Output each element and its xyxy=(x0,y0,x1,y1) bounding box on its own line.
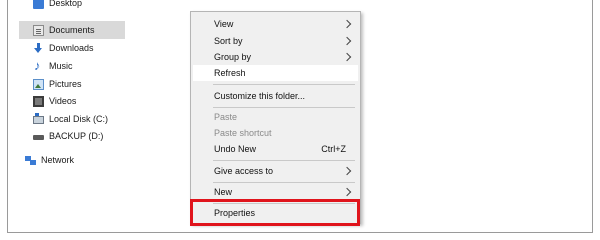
network-icon xyxy=(25,155,36,166)
menu-item-paste-shortcut: Paste shortcut xyxy=(193,125,358,141)
menu-item-label: Paste shortcut xyxy=(214,128,272,138)
menu-item-new[interactable]: New xyxy=(193,184,358,200)
local-disk-icon xyxy=(33,113,44,124)
drive-icon xyxy=(33,135,44,140)
nav-item-label: Downloads xyxy=(49,43,94,53)
menu-item-customize-folder[interactable]: Customize this folder... xyxy=(193,88,358,104)
menu-item-label: Paste xyxy=(214,112,238,122)
nav-item-desktop[interactable]: Desktop xyxy=(19,0,82,12)
menu-item-undo-new[interactable]: Undo New Ctrl+Z xyxy=(193,141,358,157)
menu-item-label: Group by xyxy=(214,52,252,62)
nav-item-music[interactable]: Music xyxy=(19,57,73,75)
documents-folder-icon xyxy=(33,24,44,36)
nav-item-local-disk[interactable]: Local Disk (C:) xyxy=(19,110,108,128)
menu-item-label: Customize this folder... xyxy=(214,91,306,101)
nav-item-network[interactable]: Network xyxy=(19,151,74,169)
menu-item-give-access[interactable]: Give access to xyxy=(193,163,358,179)
menu-item-label: New xyxy=(214,187,233,197)
context-menu: View Sort by Group by Refresh Customize … xyxy=(190,11,361,224)
navigation-pane: Desktop Documents Downloads Music Pictur… xyxy=(19,0,129,200)
chevron-right-icon xyxy=(344,53,350,62)
keyboard-shortcut: Ctrl+Z xyxy=(321,144,346,154)
menu-separator xyxy=(213,160,355,161)
nav-item-label: Music xyxy=(49,61,73,71)
menu-item-paste: Paste xyxy=(193,109,358,125)
music-icon xyxy=(33,58,44,73)
menu-item-refresh[interactable]: Refresh xyxy=(193,65,358,81)
desktop-folder-icon xyxy=(33,0,44,9)
nav-item-documents[interactable]: Documents xyxy=(19,21,125,39)
menu-separator xyxy=(213,107,355,108)
nav-item-videos[interactable]: Videos xyxy=(19,92,76,110)
menu-separator xyxy=(213,84,355,85)
properties-highlight-box xyxy=(190,199,360,226)
nav-item-backup-drive[interactable]: BACKUP (D:) xyxy=(19,127,103,145)
menu-item-label: View xyxy=(214,19,234,29)
chevron-right-icon xyxy=(344,167,350,176)
chevron-right-icon xyxy=(344,20,350,29)
nav-item-label: Local Disk (C:) xyxy=(49,114,109,124)
nav-item-label: Videos xyxy=(49,96,77,106)
chevron-right-icon xyxy=(344,188,350,197)
chevron-right-icon xyxy=(344,37,350,46)
menu-item-label: Give access to xyxy=(214,166,274,176)
pictures-icon xyxy=(33,78,44,90)
menu-item-group-by[interactable]: Group by xyxy=(193,49,358,65)
nav-item-label: Pictures xyxy=(49,79,82,89)
menu-item-label: Refresh xyxy=(214,68,246,78)
nav-item-pictures[interactable]: Pictures xyxy=(19,75,82,93)
menu-item-sort-by[interactable]: Sort by xyxy=(193,33,358,49)
videos-icon xyxy=(33,95,44,107)
nav-item-label: Desktop xyxy=(49,0,83,8)
menu-item-label: Sort by xyxy=(214,36,243,46)
menu-item-label: Undo New xyxy=(214,144,257,154)
downloads-icon xyxy=(33,42,44,54)
menu-separator xyxy=(213,182,355,183)
nav-item-downloads[interactable]: Downloads xyxy=(19,39,94,57)
nav-item-label: Network xyxy=(41,155,75,165)
nav-item-label: BACKUP (D:) xyxy=(49,131,104,141)
menu-item-view[interactable]: View xyxy=(193,16,358,32)
nav-item-label: Documents xyxy=(49,25,95,35)
